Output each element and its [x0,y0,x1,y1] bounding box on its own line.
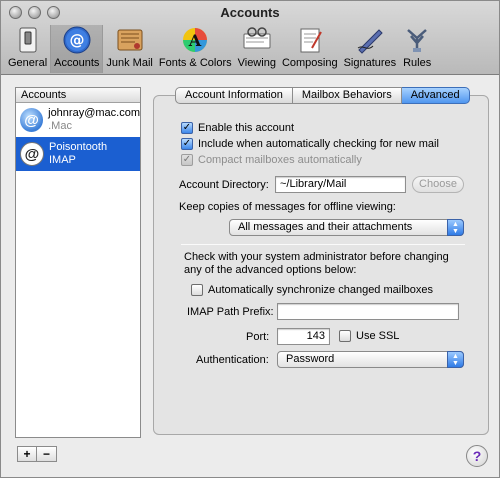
popup-arrows-icon: ▲ ▼ [447,351,464,368]
account-type: .Mac [48,120,72,132]
auto-sync-option[interactable]: Automatically synchronize changed mailbo… [191,284,433,296]
port-field[interactable]: 143 [277,328,330,345]
at-sign-icon: @ [62,25,92,55]
account-item-text: Poisontooth IMAP [49,141,107,167]
window-toolbar-area: Accounts General @ Accounts Junk Mail A … [1,1,499,75]
account-directory-label: Account Directory: [179,179,269,191]
compact-mailboxes-option: ✓ Compact mailboxes automatically [181,154,362,166]
remove-account-button[interactable]: − [37,446,57,462]
authentication-value: Password [286,353,335,365]
tab-mailbox-behaviors[interactable]: Mailbox Behaviors [292,87,402,104]
account-item-johnray[interactable]: @ johnray@mac.com .Mac [16,103,140,137]
toolbar-composing[interactable]: Composing [279,25,341,73]
enable-account-label: Enable this account [198,122,295,134]
include-checking-option[interactable]: ✓ Include when automatically checking fo… [181,138,439,150]
imap-account-icon: @ [20,142,44,166]
composing-icon [295,25,325,55]
keep-copies-label: Keep copies of messages for offline view… [179,201,396,213]
account-type: IMAP [49,154,76,166]
switch-icon [13,25,43,55]
port-label: Port: [246,331,270,343]
include-checking-checkbox[interactable]: ✓ [181,138,193,150]
preferences-window: Accounts General @ Accounts Junk Mail A … [0,0,500,478]
rules-icon [402,25,432,55]
account-name: johnray@mac.com [48,107,140,119]
preferences-toolbar: General @ Accounts Junk Mail A Fonts & C… [5,25,435,73]
toolbar-accounts[interactable]: @ Accounts [50,25,104,73]
imap-prefix-field[interactable] [277,303,459,320]
svg-text:A: A [188,31,202,50]
use-ssl-label: Use SSL [356,330,400,342]
section-divider [181,244,465,245]
svg-text:@: @ [69,31,84,49]
popup-arrows-icon: ▲ ▼ [447,219,464,236]
junk-mail-icon [115,25,145,55]
toolbar-label: Composing [281,57,338,69]
accounts-list: Accounts @ johnray@mac.com .Mac @ Poison… [15,87,141,438]
toolbar-label: Viewing [237,57,276,69]
tab-advanced[interactable]: Advanced [401,87,470,104]
account-item-text: johnray@mac.com .Mac [48,107,140,133]
toolbar-label: Accounts [54,57,100,69]
account-tabs: Account Information Mailbox Behaviors Ad… [175,87,470,104]
keep-copies-popup[interactable]: All messages and their attachments ▲ ▼ [229,219,464,236]
compact-mailboxes-checkbox: ✓ [181,154,193,166]
include-checking-label: Include when automatically checking for … [198,138,439,150]
viewing-icon [242,25,272,55]
use-ssl-checkbox[interactable] [339,330,351,342]
account-buttons: + − [17,446,57,462]
toolbar-label: Signatures [343,57,397,69]
accounts-list-header: Accounts [16,88,140,103]
signature-pen-icon [355,25,385,55]
enable-account-checkbox[interactable]: ✓ [181,122,193,134]
enable-account-option[interactable]: ✓ Enable this account [181,122,294,134]
account-directory-field[interactable]: ~/Library/Mail [275,176,406,193]
authentication-label: Authentication: [196,354,269,366]
fonts-colors-icon: A [180,25,210,55]
compact-mailboxes-label: Compact mailboxes automatically [198,154,362,166]
toolbar-general[interactable]: General [5,25,50,73]
toolbar-label: Junk Mail [106,57,153,69]
keep-copies-value: All messages and their attachments [238,221,413,233]
toolbar-label: Fonts & Colors [158,57,232,69]
account-name: Poisontooth [49,141,108,153]
add-account-button[interactable]: + [17,446,37,462]
account-item-poisontooth[interactable]: @ Poisontooth IMAP [16,137,140,171]
help-button[interactable]: ? [466,445,488,467]
choose-button[interactable]: Choose [412,176,464,193]
toolbar-viewing[interactable]: Viewing [235,25,279,73]
toolbar-signatures[interactable]: Signatures [341,25,400,73]
toolbar-label: General [8,57,48,69]
tab-account-information[interactable]: Account Information [175,87,293,104]
window-title: Accounts [220,5,280,20]
imap-prefix-label: IMAP Path Prefix: [187,306,274,318]
toolbar-rules[interactable]: Rules [399,25,435,73]
use-ssl-option[interactable]: Use SSL [339,330,399,342]
admin-note: Check with your system administrator bef… [184,251,449,276]
toolbar-junk-mail[interactable]: Junk Mail [103,25,155,73]
auto-sync-label: Automatically synchronize changed mailbo… [208,284,434,296]
toolbar-fonts-colors[interactable]: A Fonts & Colors [156,25,235,73]
mac-account-icon: @ [20,108,44,132]
toolbar-label: Rules [403,57,432,69]
auto-sync-checkbox[interactable] [191,284,203,296]
authentication-popup[interactable]: Password ▲ ▼ [277,351,464,368]
